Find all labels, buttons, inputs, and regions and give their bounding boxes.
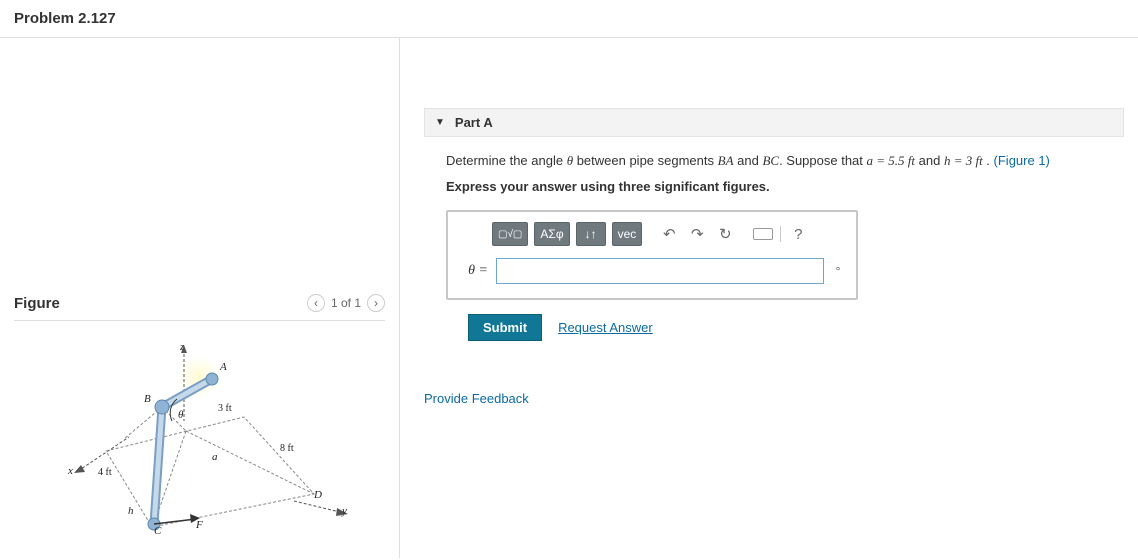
greek-button[interactable]: ΑΣφ [534, 222, 569, 246]
axis-x-label: x [68, 465, 73, 477]
part-title: Part A [455, 115, 493, 130]
answer-input[interactable] [496, 258, 824, 284]
undo-button[interactable]: ↶ [658, 222, 680, 246]
variable-label: θ = [460, 263, 488, 279]
point-b-label: B [144, 393, 151, 405]
provide-feedback-link[interactable]: Provide Feedback [424, 391, 1124, 406]
subsup-button[interactable]: ↓↑ [576, 222, 606, 246]
figure-panel: Figure ‹ 1 of 1 › [14, 38, 400, 558]
axis-y-label: y [342, 505, 347, 517]
toolbar-divider [780, 226, 781, 242]
force-f-label: F [196, 519, 203, 531]
pager-label: 1 of 1 [331, 296, 361, 310]
unit-label: ° [832, 264, 844, 278]
angle-theta-label: θ [178, 409, 183, 421]
keyboard-button[interactable] [752, 222, 774, 246]
help-button[interactable]: ? [787, 222, 809, 246]
equation-toolbar: ▢√▢ ΑΣφ ↓↑ vec ↶ ↷ ↻ ? [460, 222, 844, 246]
request-answer-link[interactable]: Request Answer [558, 320, 653, 335]
collapse-caret-icon: ▼ [435, 117, 445, 128]
question-text: Determine the angle θ between pipe segme… [446, 151, 1120, 171]
reset-button[interactable]: ↻ [714, 222, 736, 246]
point-c-label: C [154, 525, 161, 537]
answer-box: ▢√▢ ΑΣφ ↓↑ vec ↶ ↷ ↻ ? θ = [446, 210, 858, 300]
figure-link[interactable]: (Figure 1) [994, 153, 1050, 168]
dim-8ft-label: 8 ft [280, 443, 294, 454]
instruction-text: Express your answer using three signific… [446, 177, 1120, 197]
figure-heading: Figure [14, 295, 60, 312]
point-a-label: A [220, 361, 227, 373]
problem-title: Problem 2.127 [14, 10, 1124, 37]
figure-diagram: z A B θ x C F D y h a 3 ft 8 ft 4 ft [14, 339, 354, 539]
pager-prev-button[interactable]: ‹ [307, 294, 325, 312]
dim-4ft-label: 4 ft [98, 467, 112, 478]
redo-button[interactable]: ↷ [686, 222, 708, 246]
part-header[interactable]: ▼ Part A [424, 108, 1124, 137]
dim-3ft-label: 3 ft [218, 403, 232, 414]
dim-h-label: h [128, 505, 134, 517]
vec-button[interactable]: vec [612, 222, 643, 246]
point-d-label: D [314, 489, 322, 501]
keyboard-icon [753, 228, 773, 240]
figure-pager: ‹ 1 of 1 › [307, 294, 385, 312]
axis-z-label: z [180, 341, 184, 353]
template-button[interactable]: ▢√▢ [492, 222, 528, 246]
pager-next-button[interactable]: › [367, 294, 385, 312]
dim-a-label: a [212, 451, 218, 463]
submit-button[interactable]: Submit [468, 314, 542, 341]
